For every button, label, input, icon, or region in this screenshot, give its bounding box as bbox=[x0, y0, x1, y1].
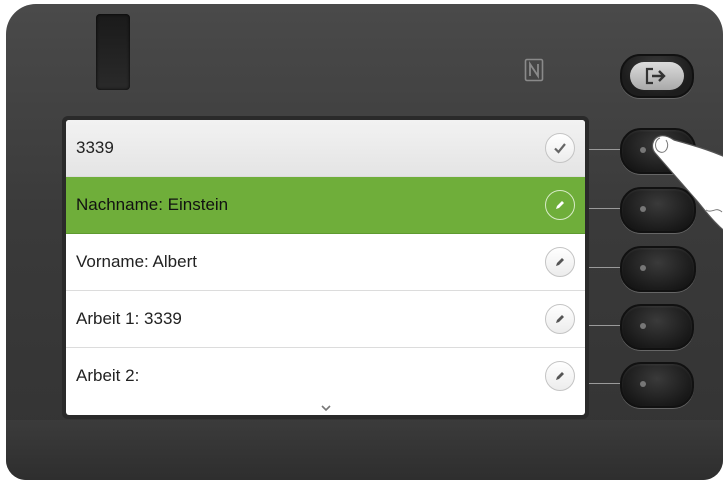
check-icon[interactable] bbox=[545, 133, 575, 163]
list-item-arbeit-1[interactable]: Arbeit 1: 3339 bbox=[66, 291, 585, 348]
logout-key[interactable] bbox=[620, 54, 694, 98]
list-item-nachname[interactable]: Nachname: Einstein bbox=[66, 177, 585, 234]
key-dot bbox=[640, 265, 646, 271]
pencil-icon[interactable] bbox=[545, 190, 575, 220]
row-label: 3339 bbox=[76, 138, 114, 157]
line-key-4[interactable] bbox=[620, 304, 694, 350]
chevron-down-icon[interactable] bbox=[319, 399, 333, 412]
connector-line bbox=[584, 383, 624, 384]
logout-icon bbox=[630, 62, 684, 90]
line-key-5[interactable] bbox=[620, 362, 694, 408]
pencil-icon[interactable] bbox=[545, 247, 575, 277]
connector-line bbox=[584, 325, 624, 326]
row-label: Arbeit 2: bbox=[76, 366, 140, 385]
nfc-icon bbox=[524, 58, 544, 82]
message-indicator bbox=[96, 14, 130, 90]
pencil-icon[interactable] bbox=[545, 304, 575, 334]
display-screen: 3339 Nachname: Einstein Vorname: Albert … bbox=[62, 116, 589, 419]
connector-line bbox=[584, 267, 624, 268]
row-label: Nachname: Einstein bbox=[76, 195, 229, 214]
list-item-vorname[interactable]: Vorname: Albert bbox=[66, 234, 585, 291]
key-dot bbox=[640, 381, 646, 387]
key-dot bbox=[640, 323, 646, 329]
key-dot bbox=[640, 147, 646, 153]
line-key-1[interactable] bbox=[620, 128, 696, 174]
row-label: Vorname: Albert bbox=[76, 252, 197, 271]
line-key-3[interactable] bbox=[620, 246, 696, 292]
key-dot bbox=[640, 206, 646, 212]
connector-line bbox=[584, 208, 624, 209]
list-item-arbeit-2[interactable]: Arbeit 2: bbox=[66, 348, 585, 405]
device-lower-panel bbox=[6, 420, 723, 480]
pencil-icon[interactable] bbox=[545, 361, 575, 391]
row-label: Arbeit 1: 3339 bbox=[76, 309, 182, 328]
line-key-2[interactable] bbox=[620, 187, 696, 233]
list-item-number[interactable]: 3339 bbox=[66, 120, 585, 177]
display-content: 3339 Nachname: Einstein Vorname: Albert … bbox=[66, 120, 585, 415]
connector-line bbox=[584, 149, 624, 150]
